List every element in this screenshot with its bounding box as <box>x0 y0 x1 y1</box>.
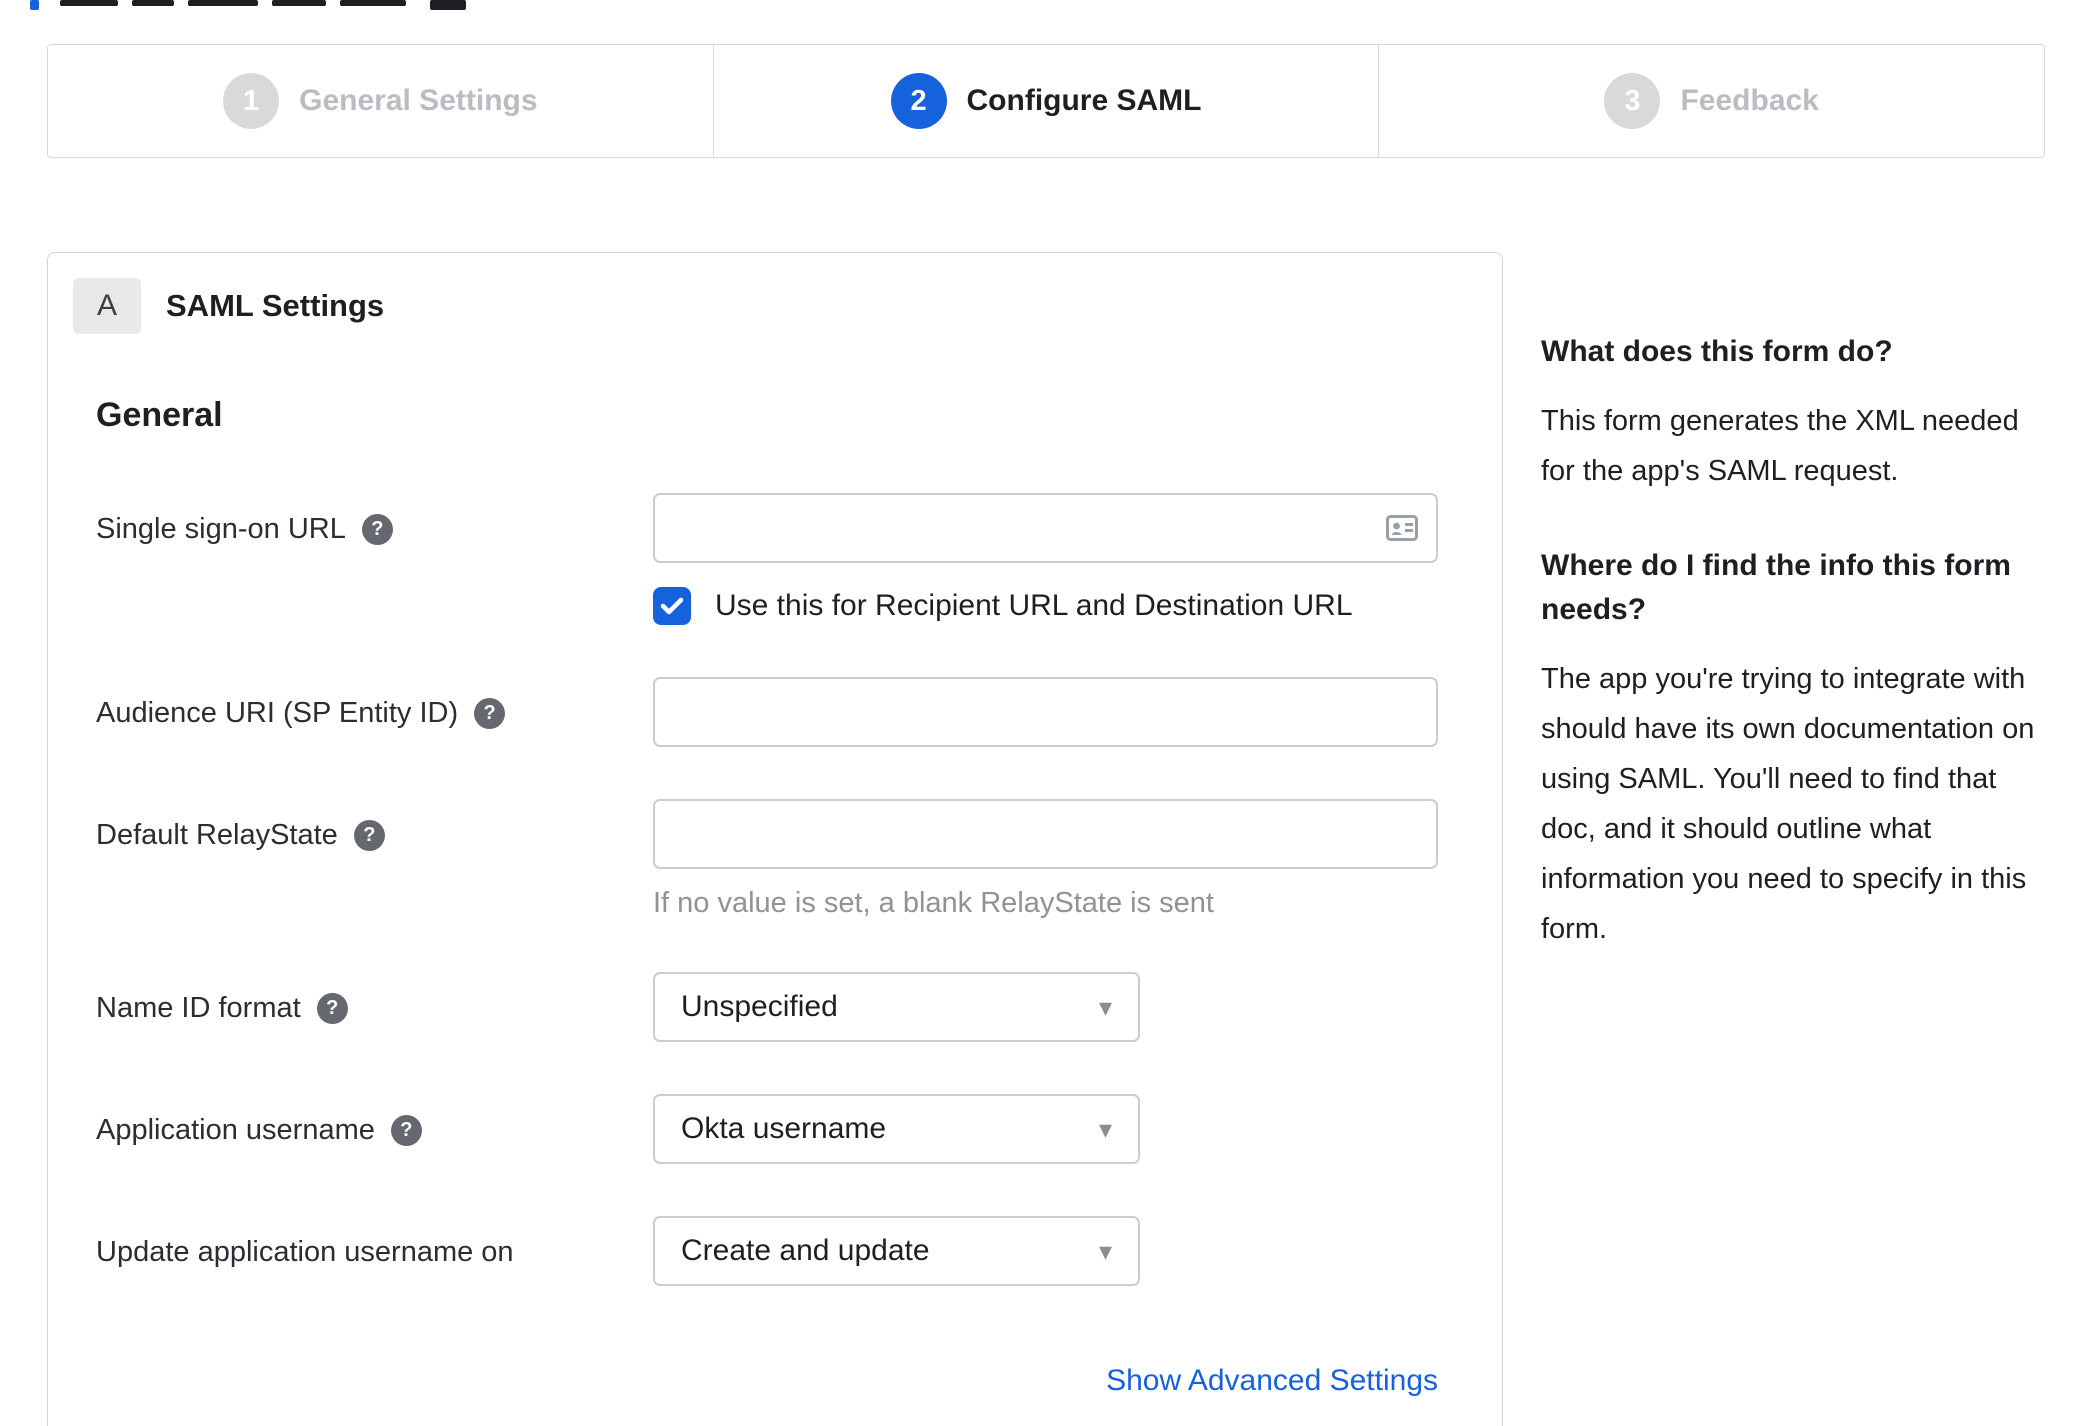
audience-uri-input[interactable] <box>653 677 1438 747</box>
sidebar-answer-2: The app you're trying to integrate with … <box>1541 663 2035 945</box>
sidebar-question-2: Where do I find the info this form needs… <box>1541 549 2011 626</box>
sidebar-question-1: What does this form do? <box>1541 335 1893 368</box>
step-label: Configure SAML <box>966 84 1202 117</box>
help-icon[interactable]: ? <box>474 698 506 729</box>
sidebar-answer-1: This form generates the XML needed for t… <box>1541 405 2019 487</box>
application-username-label: Application username <box>96 1114 375 1146</box>
recipient-url-checkbox-label: Use this for Recipient URL and Destinati… <box>715 589 1353 622</box>
wizard-stepper: 1 General Settings 2 Configure SAML 3 Fe… <box>47 44 2045 158</box>
default-relaystate-input[interactable] <box>653 799 1438 869</box>
field-row-update-app-username: Update application username on Create an… <box>96 1216 1502 1286</box>
select-value: Create and update <box>681 1234 930 1267</box>
field-row-default-relaystate: Default RelayState ? If no value is set,… <box>96 799 1502 920</box>
step-configure-saml[interactable]: 2 Configure SAML <box>712 45 1379 157</box>
sso-url-label: Single sign-on URL <box>96 513 346 545</box>
field-row-name-id-format: Name ID format ? Unspecified ▾ <box>96 972 1502 1042</box>
show-advanced-settings-link[interactable]: Show Advanced Settings <box>1106 1364 1438 1397</box>
clipped-text-fragment <box>132 0 174 6</box>
clipped-page-header <box>0 0 2092 10</box>
saml-settings-panel: A SAML Settings General Single sign-on U… <box>47 252 1503 1426</box>
clipped-icon-fragment <box>430 0 466 10</box>
name-id-format-label: Name ID format <box>96 992 301 1024</box>
chevron-down-icon: ▾ <box>1098 1235 1112 1266</box>
sso-url-input[interactable] <box>653 493 1438 563</box>
help-sidebar: What does this form do? This form genera… <box>1541 252 2047 954</box>
clipped-text-fragment <box>272 0 326 6</box>
question-glyph: ? <box>483 702 496 724</box>
help-icon[interactable]: ? <box>353 820 385 851</box>
contact-card-icon[interactable] <box>1386 513 1418 543</box>
update-app-username-label: Update application username on <box>96 1236 514 1268</box>
field-row-audience-uri: Audience URI (SP Entity ID) ? <box>96 677 1502 747</box>
name-id-format-select[interactable]: Unspecified ▾ <box>653 972 1140 1042</box>
recipient-url-checkbox[interactable] <box>653 587 691 625</box>
step-number-badge: 2 <box>890 73 947 129</box>
application-username-select[interactable]: Okta username ▾ <box>653 1094 1140 1164</box>
field-row-application-username: Application username ? Okta username ▾ <box>96 1094 1502 1164</box>
clipped-text-fragment <box>340 0 406 6</box>
question-glyph: ? <box>326 997 339 1019</box>
step-feedback[interactable]: 3 Feedback <box>1378 45 2044 157</box>
default-relaystate-label: Default RelayState <box>96 819 338 851</box>
step-label: Feedback <box>1680 84 1819 117</box>
section-a-badge: A <box>73 278 141 334</box>
relaystate-hint: If no value is set, a blank RelayState i… <box>653 887 1214 919</box>
field-row-sso-url: Single sign-on URL ? Use this for Recipi… <box>96 493 1502 625</box>
general-section-title: General <box>96 396 223 434</box>
step-number-badge: 1 <box>223 73 280 129</box>
saml-form: Single sign-on URL ? Use this for Recipi… <box>48 493 1502 1398</box>
question-glyph: ? <box>363 824 376 846</box>
panel-title: SAML Settings <box>166 288 385 323</box>
clipped-text-fragment <box>60 0 118 6</box>
audience-uri-label: Audience URI (SP Entity ID) <box>96 697 459 729</box>
step-general-settings[interactable]: 1 General Settings <box>48 45 713 157</box>
select-value: Unspecified <box>681 990 838 1023</box>
step-number-badge: 3 <box>1604 73 1661 129</box>
checkmark-icon <box>660 597 684 615</box>
help-icon[interactable]: ? <box>390 1115 422 1146</box>
select-value: Okta username <box>681 1112 887 1145</box>
chevron-down-icon: ▾ <box>1098 991 1112 1022</box>
help-icon[interactable]: ? <box>316 993 348 1024</box>
chevron-down-icon: ▾ <box>1098 1113 1112 1144</box>
update-app-username-select[interactable]: Create and update ▾ <box>653 1216 1140 1286</box>
question-glyph: ? <box>400 1119 413 1141</box>
clipped-accent-fragment <box>30 0 39 10</box>
question-glyph: ? <box>371 518 384 540</box>
help-icon[interactable]: ? <box>361 514 393 545</box>
clipped-text-fragment <box>188 0 258 6</box>
step-label: General Settings <box>299 84 538 117</box>
